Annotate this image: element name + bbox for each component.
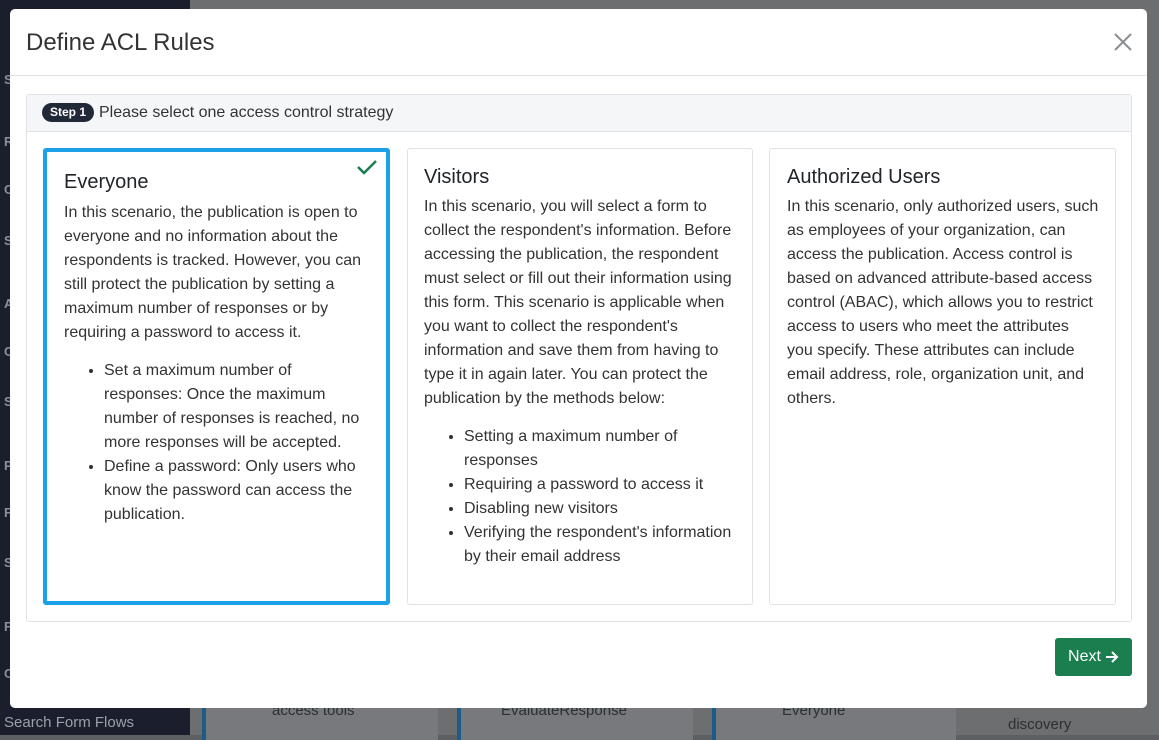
strategy-card-visitors[interactable]: Visitors In this scenario, you will sele… xyxy=(407,148,753,605)
strategy-description: In this scenario, you will select a form… xyxy=(424,198,732,407)
list-item: Disabling new visitors xyxy=(464,497,736,521)
step-header: Step 1 Please select one access control … xyxy=(27,95,1131,132)
next-button-label: Next xyxy=(1068,648,1101,665)
background-text: discovery xyxy=(1008,716,1072,733)
list-item: Set a maximum number of responses: Once … xyxy=(104,359,369,455)
step-badge: Step 1 xyxy=(42,103,95,122)
strategy-panel: Step 1 Please select one access control … xyxy=(26,94,1132,622)
strategy-card-authorized-users[interactable]: Authorized Users In this scenario, only … xyxy=(769,148,1116,605)
close-icon xyxy=(1114,33,1132,51)
strategy-bullets: Set a maximum number of responses: Once … xyxy=(64,359,369,527)
strategy-bullets: Setting a maximum number of responses Re… xyxy=(424,425,736,569)
list-item: Requiring a password to access it xyxy=(464,473,736,497)
close-button[interactable] xyxy=(1109,28,1137,56)
modal-title: Define ACL Rules xyxy=(26,29,215,56)
strategy-card-everyone[interactable]: Everyone In this scenario, the publicati… xyxy=(43,148,390,605)
list-item: Verifying the respondent's information b… xyxy=(464,521,736,569)
modal-header: Define ACL Rules xyxy=(10,9,1147,76)
strategy-description: In this scenario, only authorized users,… xyxy=(787,198,1099,407)
strategy-title: Visitors xyxy=(424,166,490,188)
strategy-description: In this scenario, the publication is ope… xyxy=(64,204,362,341)
check-icon xyxy=(357,160,377,175)
list-item: Define a password: Only users who know t… xyxy=(104,455,369,527)
acl-rules-modal: Define ACL Rules Step 1 Please select on… xyxy=(10,9,1147,708)
list-item: Setting a maximum number of responses xyxy=(464,425,736,473)
next-button[interactable]: Next xyxy=(1055,638,1132,676)
strategy-title: Everyone xyxy=(64,171,149,193)
step-instruction: Please select one access control strateg… xyxy=(99,104,394,121)
sidebar-search-form-flows[interactable]: Search Form Flows xyxy=(4,714,134,731)
strategy-title: Authorized Users xyxy=(787,166,941,188)
arrow-right-icon xyxy=(1105,651,1119,663)
